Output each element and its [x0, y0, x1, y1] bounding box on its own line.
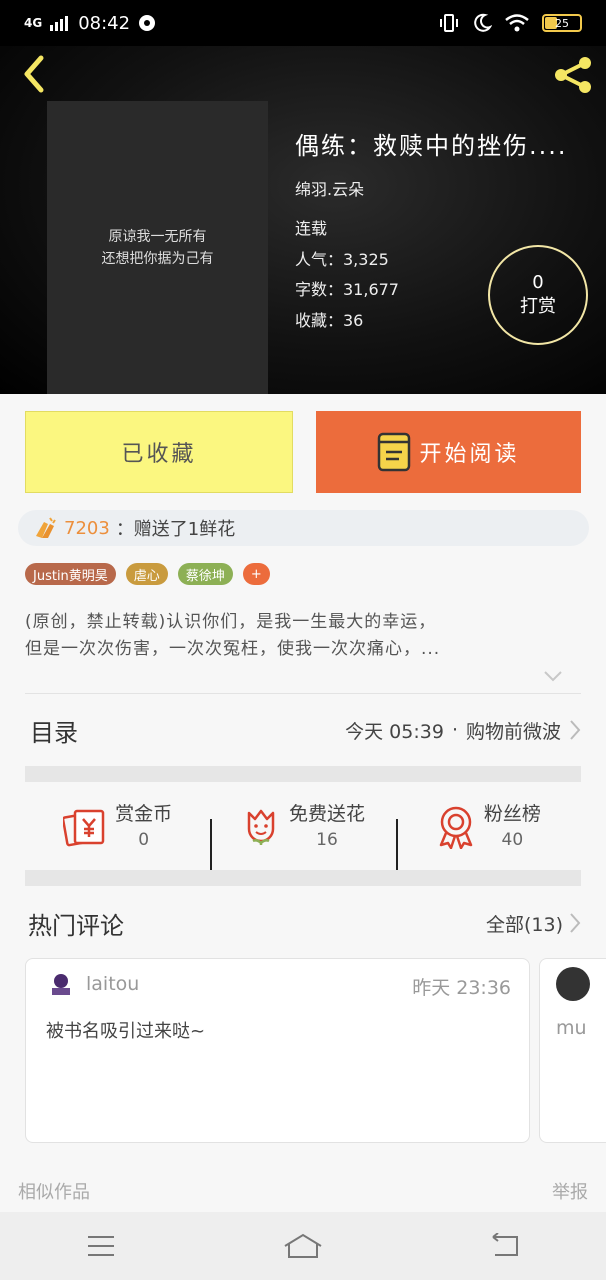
all-comments-link[interactable]: 全部(13) [486, 910, 581, 937]
tag-list: Justin黄明昊 虐心 蔡徐坤 + [25, 563, 270, 585]
menu-button[interactable] [71, 1226, 131, 1266]
gift-notice[interactable]: 7203 ：赠送了1鲜花 [18, 510, 589, 546]
stat-value: 40 [501, 830, 524, 850]
tag-justin[interactable]: Justin黄明昊 [25, 563, 116, 585]
stat-label: 赏金币 [115, 803, 173, 825]
book-cover[interactable]: 原谅我一无所有 还想把你据为己有 [47, 101, 268, 394]
back-button[interactable] [12, 52, 56, 96]
comment-card[interactable]: mu [539, 958, 606, 1143]
system-nav-bar [0, 1212, 606, 1280]
book-header: 原谅我一无所有 还想把你据为己有 偶练：救赎中的挫伤.... 绵羽.云朵 连载 … [0, 46, 606, 394]
tip-button[interactable]: 0 打赏 [488, 245, 588, 345]
start-reading-button[interactable]: 开始阅读 [316, 411, 581, 493]
nav-back-button[interactable] [475, 1226, 535, 1266]
moon-icon [474, 13, 492, 32]
start-reading-label: 开始阅读 [419, 442, 520, 467]
similar-works-label: 相似作品 [18, 1182, 90, 1203]
status-bar: 4G 08:42 25 [0, 0, 606, 46]
sync-icon [139, 15, 156, 31]
comment-card[interactable]: laitou 昨天 23:36 被书名吸引过来哒~ [25, 958, 530, 1143]
flower-icon [247, 809, 275, 845]
cover-line: 还想把你据为己有 [101, 250, 214, 267]
stat-value: 16 [316, 830, 338, 850]
latest-chapter-title: 购物前微波 [465, 720, 561, 743]
book-favorites: 收藏：36 [295, 310, 364, 330]
book-status: 连载 [295, 219, 328, 238]
section-divider [25, 766, 581, 782]
report-button[interactable]: 举报 [552, 1178, 588, 1204]
hot-comments-header: 热门评论 全部(13) [25, 898, 581, 948]
latest-chapter[interactable]: 今天 05:39 · 购物前微波 [345, 717, 581, 744]
stat-flowers[interactable]: 免费送花 16 [210, 801, 395, 871]
book-intro[interactable]: (原创，禁止转载)认识你们，是我一生最大的幸运， 但是一次次伤害，一次次冤枉，使… [25, 609, 581, 663]
catalog-row[interactable]: 目录 今天 05:39 · 购物前微波 [25, 705, 581, 755]
home-button[interactable] [273, 1226, 333, 1266]
intro-line: 但是一次次伤害，一次次冤枉，使我一次次痛心，... [25, 639, 441, 659]
coin-card-icon [63, 809, 105, 847]
signal-icon [50, 16, 69, 31]
stat-fans[interactable]: 粉丝榜 40 [395, 801, 581, 871]
stat-label: 粉丝榜 [483, 803, 541, 825]
back-arrow-icon [24, 55, 44, 93]
stat-value: 0 [138, 830, 150, 850]
tag-caixukun[interactable]: 蔡徐坤 [177, 563, 233, 585]
latest-chapter-time: 今天 05:39 [345, 720, 444, 743]
catalog-label: 目录 [30, 718, 78, 747]
home-icon [284, 1233, 322, 1258]
menu-icon [88, 1236, 114, 1256]
comment-user[interactable]: laitou [86, 973, 139, 995]
book-word-count: 字数：31,677 [295, 280, 399, 299]
medal-icon [439, 806, 473, 849]
gift-text: ：赠送了1鲜花 [115, 519, 236, 540]
vibrate-icon [440, 14, 458, 32]
separator-dot: · [451, 719, 458, 741]
share-button[interactable] [548, 50, 598, 100]
book-icon [378, 432, 411, 472]
add-tag-button[interactable]: + [242, 563, 270, 585]
tip-count: 0 [532, 272, 544, 293]
book-info: 连载 人气：3,325 字数：31,677 收藏：36 [295, 214, 399, 336]
wifi-icon [505, 14, 529, 32]
return-icon [492, 1233, 518, 1256]
book-popularity: 人气：3,325 [295, 249, 389, 269]
collected-label: 已收藏 [121, 442, 197, 467]
share-icon [555, 57, 591, 93]
chevron-right-icon [570, 720, 581, 740]
avatar[interactable] [48, 971, 74, 997]
chevron-down-icon[interactable] [542, 668, 564, 684]
tip-label: 打赏 [520, 296, 556, 317]
book-author[interactable]: 绵羽.云朵 [295, 176, 364, 200]
cover-line: 原谅我一无所有 [108, 228, 207, 245]
stats-row: 赏金币 0 免费送花 16 粉丝榜 40 [25, 782, 581, 872]
book-title: 偶练：救赎中的挫伤.... [295, 132, 568, 160]
stat-label: 免费送花 [288, 803, 365, 825]
comment-content: 被书名吸引过来哒~ [46, 1021, 206, 1042]
comment-user[interactable]: mu [556, 1017, 587, 1039]
intro-line: (原创，禁止转载)认识你们，是我一生最大的幸运， [25, 612, 437, 632]
battery-icon: 25 [542, 14, 582, 32]
avatar[interactable] [556, 967, 590, 1001]
gift-user: 7203 [64, 517, 110, 539]
chevron-right-icon [570, 913, 581, 933]
all-comments-label: 全部(13) [485, 913, 563, 936]
stat-coins[interactable]: 赏金币 0 [25, 801, 210, 853]
clock: 08:42 [78, 12, 131, 34]
hot-comments-label: 热门评论 [28, 911, 124, 940]
section-divider [25, 870, 581, 886]
collected-button[interactable]: 已收藏 [25, 411, 293, 493]
clap-icon [36, 517, 56, 538]
divider [25, 693, 581, 694]
network-indicator: 4G [24, 16, 43, 30]
tag-nuexin[interactable]: 虐心 [125, 563, 168, 585]
comment-time: 昨天 23:36 [412, 977, 511, 999]
